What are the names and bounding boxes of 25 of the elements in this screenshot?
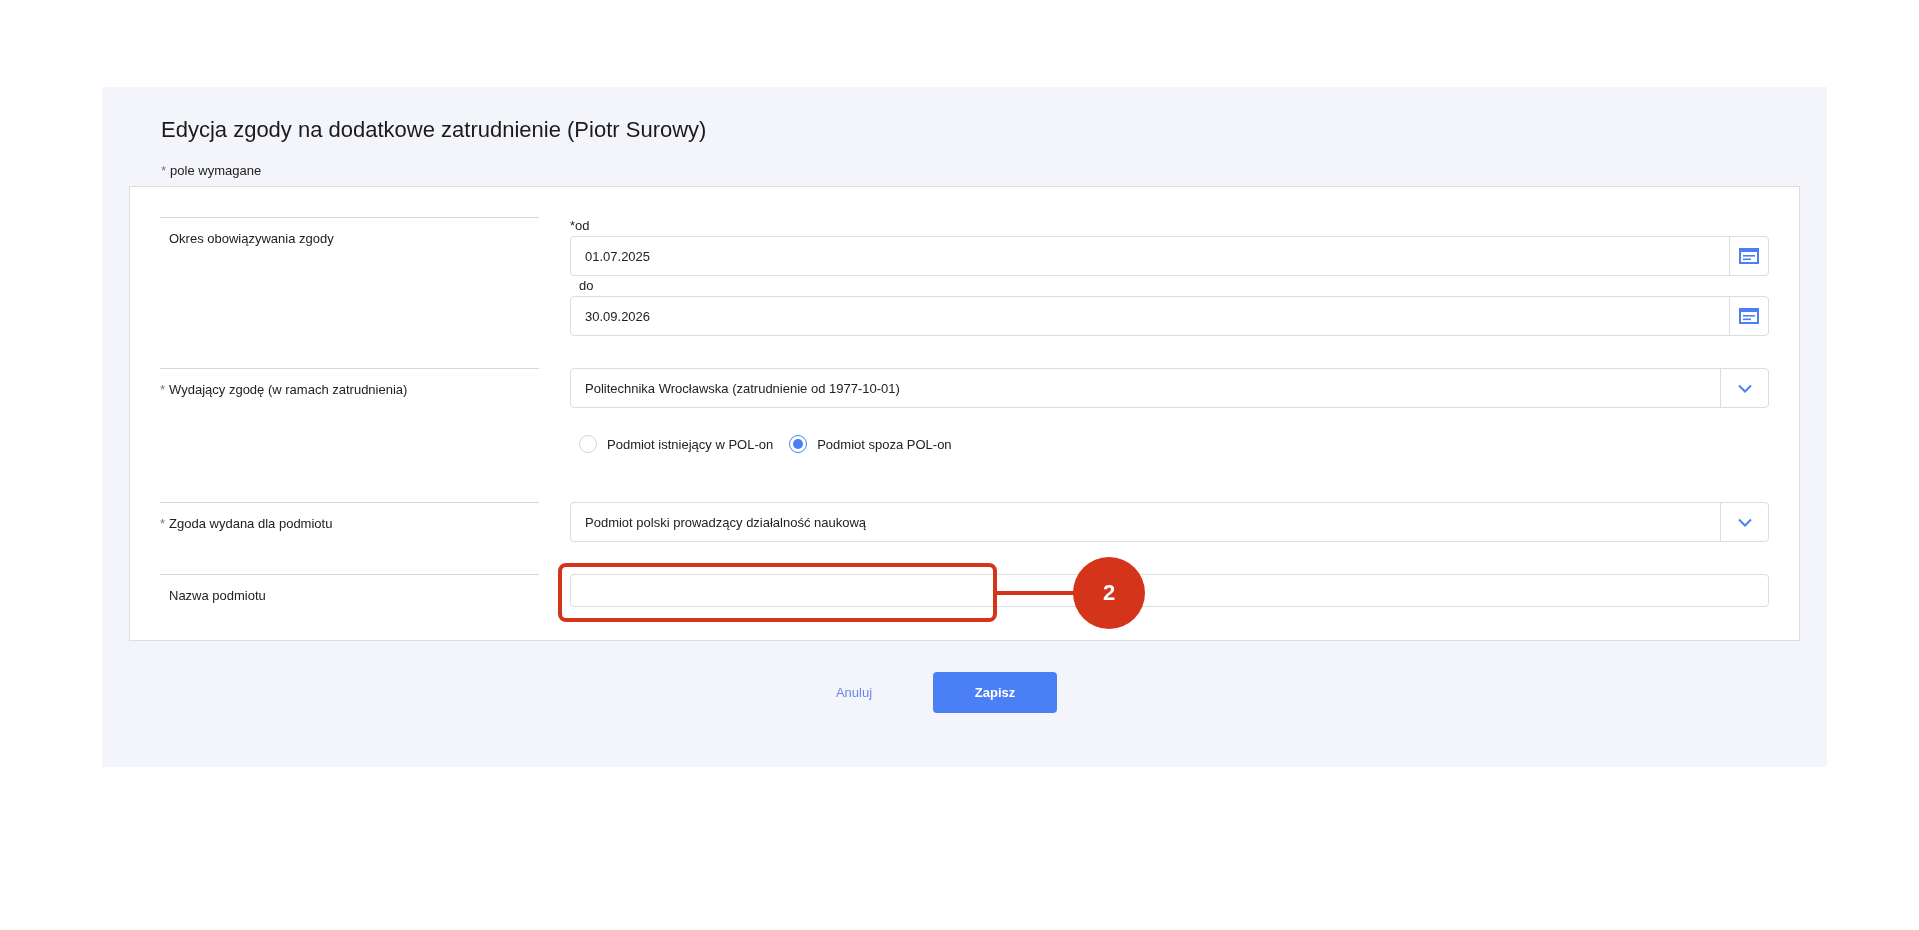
field-label: Okres obowiązywania zgody (169, 230, 334, 248)
date-field[interactable]: 30.09.2026 (570, 296, 1769, 336)
radio-label[interactable]: Podmiot istniejący w POL-on (607, 436, 774, 452)
required-asterisk: * (160, 381, 166, 399)
field-label: Zgoda wydana dla podmiotu (169, 515, 333, 533)
field-label: Wydający zgodę (w ramach zatrudnienia) (169, 381, 408, 399)
required-asterisk: * (161, 162, 167, 180)
input-field[interactable] (570, 574, 1769, 607)
select-field[interactable]: Podmiot polski prowadzący działalność naukową (570, 502, 1769, 542)
date-label: do (578, 277, 595, 295)
select-field[interactable]: Politechnika Wrocławska (zatrudnienie od 1977-10-01) (570, 368, 1769, 408)
chevron-down-icon (1737, 383, 1752, 393)
required-note: pole wymagane (170, 162, 262, 180)
chevron-down-icon (1737, 517, 1752, 527)
calendar-icon (1739, 248, 1759, 264)
field-label: Nazwa podmiotu (169, 587, 266, 605)
radio-label[interactable]: Podmiot spoza POL-on (817, 436, 952, 452)
date-field[interactable]: 01.07.2025 (570, 236, 1769, 276)
save-button[interactable]: Zapisz (933, 672, 1058, 713)
page-title: Edycja zgody na dodatkowe zatrudnienie (Piotr Surowy) (161, 116, 708, 144)
step-number-badge: 2 (1073, 557, 1145, 629)
calendar-icon (1739, 308, 1759, 324)
date-label: *od (570, 217, 591, 235)
required-asterisk: * (160, 515, 166, 533)
radio-button[interactable] (789, 435, 808, 453)
